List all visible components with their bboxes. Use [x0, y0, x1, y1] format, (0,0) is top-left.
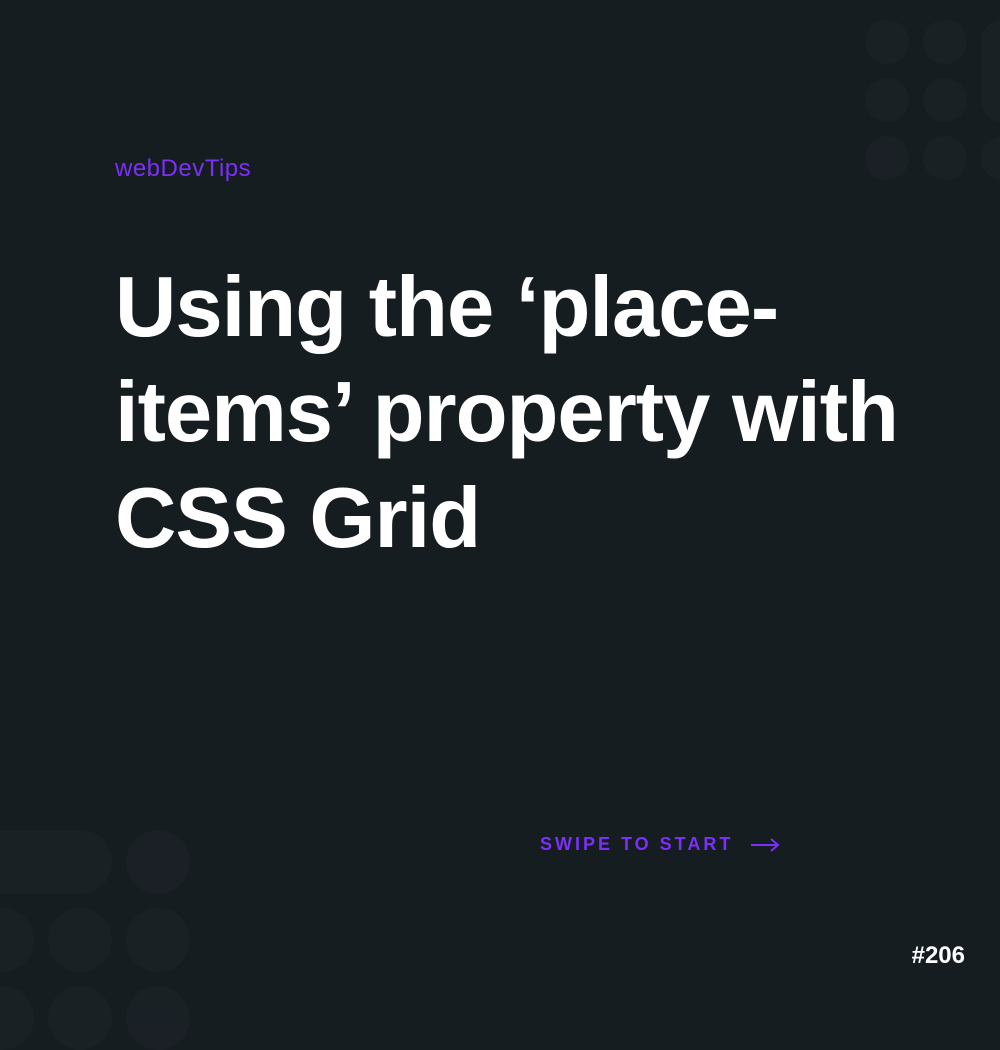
issue-number: #206: [912, 942, 965, 970]
cta-label: SWIPE TO START: [540, 834, 733, 855]
arrow-right-icon: [751, 838, 781, 852]
decorative-dots-bottom: [0, 830, 190, 1050]
swipe-cta[interactable]: SWIPE TO START: [540, 834, 781, 855]
page-title: Using the ‘place-items’ property with CS…: [115, 255, 920, 571]
decorative-dots-top: [865, 20, 1000, 180]
brand-label: webDevTips: [115, 155, 251, 183]
